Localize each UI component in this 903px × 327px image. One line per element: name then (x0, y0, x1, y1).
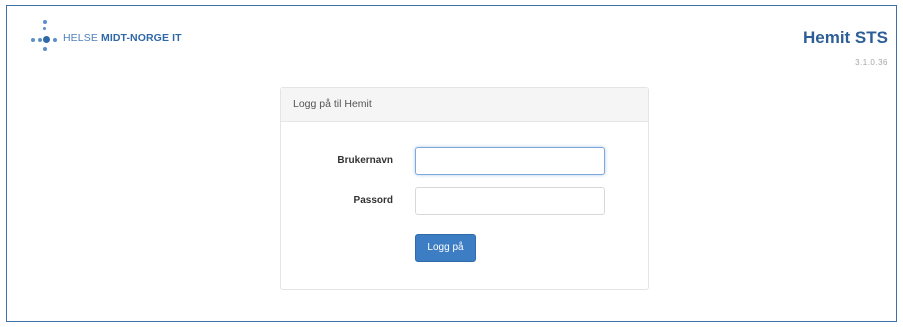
helse-midt-norge-it-logo: HELSE MIDT-NORGE IT (29, 16, 182, 60)
password-input[interactable] (415, 187, 605, 215)
logo-text-regular: HELSE (63, 32, 98, 44)
username-row: Brukernavn (281, 147, 648, 175)
app-frame: HELSE MIDT-NORGE IT Hemit STS 3.1.0.36 L… (6, 5, 897, 322)
password-row: Passord (281, 187, 648, 215)
login-panel-heading: Logg på til Hemit (281, 88, 648, 122)
username-label: Brukernavn (337, 155, 393, 166)
app-title: Hemit STS (802, 28, 888, 47)
logo-text: HELSE MIDT-NORGE IT (63, 32, 182, 44)
logo-text-bold: MIDT-NORGE IT (100, 32, 182, 44)
login-button[interactable]: Logg på (415, 234, 476, 262)
version-label: 3.1.0.36 (855, 58, 888, 67)
cross-dots-logo-icon (29, 16, 59, 60)
username-input[interactable] (415, 147, 605, 175)
login-panel: Logg på til Hemit Brukernavn Passord Log… (280, 87, 649, 290)
password-label: Passord (353, 195, 393, 206)
